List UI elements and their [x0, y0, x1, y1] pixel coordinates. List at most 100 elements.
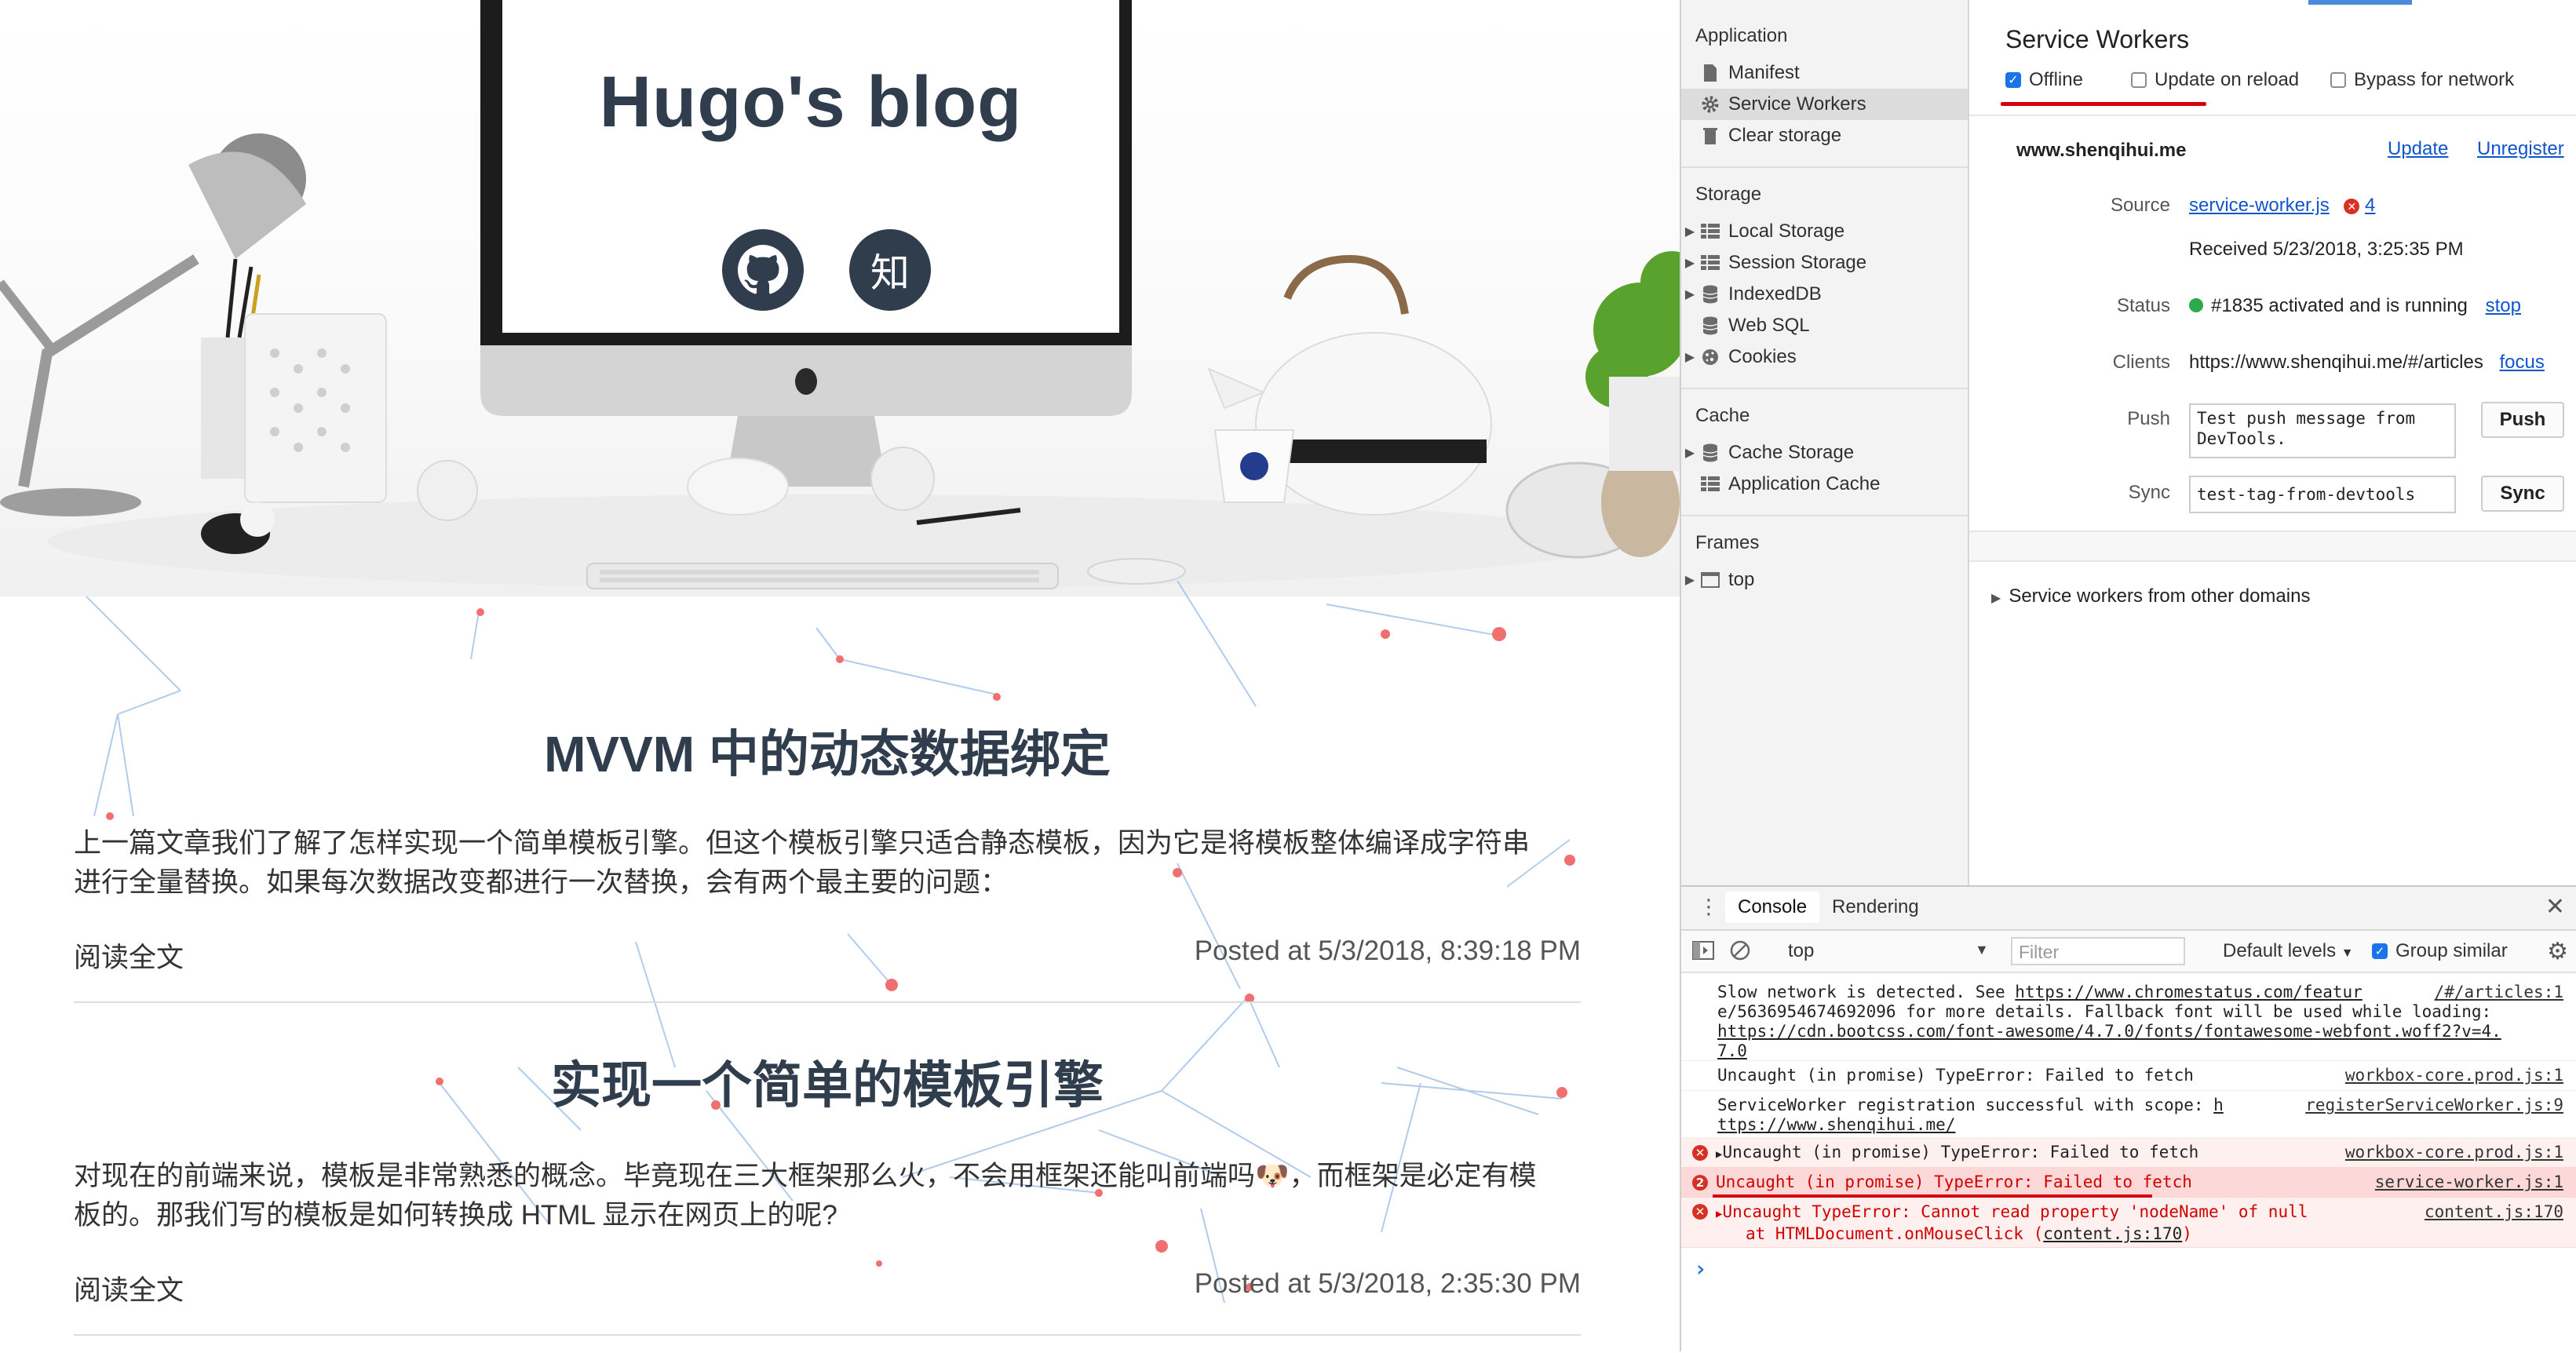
offline-checkbox[interactable]: ✓ Offline: [2005, 69, 2083, 91]
message-source-link[interactable]: service-worker.js:1: [2375, 1172, 2563, 1191]
expand-arrow-icon[interactable]: ▶: [1681, 349, 1698, 365]
posted-date: Posted at 5/3/2018, 8:39:18 PM: [1194, 935, 1581, 966]
expand-arrow-icon[interactable]: ▶: [1681, 224, 1698, 239]
stop-link[interactable]: stop: [2486, 295, 2521, 316]
error-icon: ✕: [1692, 1204, 1708, 1220]
group-similar-checkbox[interactable]: ✓ Group similar: [2372, 940, 2508, 962]
unregister-link[interactable]: Unregister: [2477, 138, 2564, 160]
message-link[interactable]: 7.0: [1717, 1041, 1747, 1060]
tab-rendering[interactable]: Rendering: [1832, 896, 1919, 918]
sync-button[interactable]: Sync: [2481, 476, 2564, 512]
sidebar-item-label: Application Cache: [1728, 473, 1881, 494]
sidebar-item-application-cache[interactable]: Application Cache: [1681, 469, 1968, 500]
gear-icon: [1698, 95, 1722, 114]
source-file-link[interactable]: service-worker.js: [2189, 195, 2330, 216]
grid-icon: [1698, 253, 1722, 272]
section-application: Application: [1695, 25, 1788, 46]
message-link[interactable]: https://www.chromestatus.com/featur: [2015, 983, 2363, 1001]
expand-arrow-icon[interactable]: ▶: [1681, 286, 1698, 302]
divider: [1969, 531, 2576, 562]
database-icon: [1698, 316, 1722, 335]
update-link[interactable]: Update: [2388, 138, 2448, 160]
read-more-link[interactable]: 阅读全文: [74, 935, 184, 976]
article-title[interactable]: MVVM 中的动态数据绑定: [74, 714, 1581, 786]
filter-input[interactable]: Filter: [2011, 937, 2185, 965]
tab-console[interactable]: Console: [1725, 892, 1820, 923]
expand-arrow-icon[interactable]: ▶: [1681, 572, 1698, 588]
chevron-down-icon: ▼: [2341, 946, 2354, 960]
console-message: Slow network is detected. See https://ww…: [1681, 973, 2576, 1061]
bypass-network-checkbox[interactable]: Bypass for network: [2330, 69, 2514, 91]
sidebar-item-web-sql[interactable]: Web SQL: [1681, 310, 1968, 341]
sidebar-item-clear-storage[interactable]: Clear storage: [1681, 120, 1968, 151]
update-on-reload-checkbox[interactable]: Update on reload: [2131, 69, 2299, 91]
sidebar-item-label: Cache Storage: [1728, 442, 1855, 463]
message-source-link[interactable]: registerServiceWorker.js:9: [2305, 1096, 2563, 1114]
console-prompt[interactable]: ›: [1694, 1256, 1707, 1282]
error-count-link[interactable]: 4: [2365, 195, 2375, 216]
message-line: e/5636954674692096 for more details. Fal…: [1717, 1002, 2492, 1021]
zhihu-link[interactable]: 知: [849, 229, 931, 311]
message-text: Uncaught (in promise) TypeError: Failed …: [1716, 1172, 2192, 1191]
message-line: Slow network is detected. See: [1717, 983, 2016, 1001]
console-message: Uncaught (in promise) TypeError: Failed …: [1681, 1061, 2576, 1091]
sidebar-item-label: Web SQL: [1728, 315, 1810, 336]
sidebar-item-cookies[interactable]: ▶ Cookies: [1681, 341, 1968, 373]
sidebar-item-label: Service Workers: [1728, 93, 1866, 115]
clients-label: Clients: [2112, 352, 2170, 373]
message-link[interactable]: https://cdn.bootcss.com/font-awesome/4.7…: [1717, 1022, 2501, 1041]
drawer-menu-icon[interactable]: ⋮: [1698, 895, 1719, 919]
check-icon: ✓: [2005, 72, 2021, 88]
sidebar-item-service-workers[interactable]: Service Workers: [1681, 89, 1968, 120]
article-title[interactable]: 实现一个简单的模板引擎: [74, 1045, 1581, 1118]
checkbox-label: Bypass for network: [2354, 69, 2515, 90]
message-line: Uncaught (in promise) TypeError: Failed …: [1722, 1143, 2199, 1162]
sidebar-item-local-storage[interactable]: ▶ Local Storage: [1681, 216, 1968, 247]
push-text-line: DevTools.: [2197, 429, 2286, 448]
sidebar-divider: [1681, 515, 1968, 516]
cookie-icon: [1698, 348, 1722, 367]
console-message: ServiceWorker registration successful wi…: [1681, 1091, 2576, 1138]
message-source-link[interactable]: workbox-core.prod.js:1: [2345, 1143, 2563, 1162]
focus-link[interactable]: focus: [2500, 352, 2545, 373]
expand-arrow-icon[interactable]: ▶: [1681, 255, 1698, 271]
log-levels-dropdown[interactable]: Default levels ▼: [2223, 940, 2354, 962]
offline-annotation-underline: [2001, 102, 2206, 106]
gear-icon[interactable]: ⚙: [2547, 938, 2568, 965]
message-link[interactable]: ttps://www.shenqihui.me/: [1717, 1115, 1955, 1134]
sidebar-item-cache-storage[interactable]: ▶ Cache Storage: [1681, 437, 1968, 469]
clear-console-icon[interactable]: [1730, 940, 1750, 965]
check-icon: ✓: [2372, 943, 2388, 959]
close-icon[interactable]: ✕: [2545, 893, 2565, 921]
push-button[interactable]: Push: [2481, 402, 2564, 438]
sidebar-item-frame-top[interactable]: ▶ top: [1681, 564, 1968, 596]
error-icon: ✕: [2344, 199, 2360, 214]
application-sidebar: Application Manifest Service Workers Cle…: [1681, 0, 1969, 885]
other-domains-label: Service workers from other domains: [2009, 585, 2311, 607]
message-source-link[interactable]: workbox-core.prod.js:1: [2345, 1066, 2563, 1085]
expand-arrow-icon[interactable]: ▶: [1681, 445, 1698, 461]
console-toolbar: top ▼ Filter Default levels ▼ ✓ Group sim…: [1681, 931, 2576, 973]
sidebar-toggle-icon[interactable]: [1692, 941, 1714, 964]
sync-tag-input[interactable]: test-tag-from-devtools: [2189, 476, 2456, 513]
sidebar-item-indexeddb[interactable]: ▶ IndexedDB: [1681, 279, 1968, 310]
sidebar-item-manifest[interactable]: Manifest: [1681, 57, 1968, 89]
sidebar-item-session-storage[interactable]: ▶ Session Storage: [1681, 247, 1968, 279]
section-frames: Frames: [1695, 532, 1760, 553]
message-link[interactable]: content.js:170: [2043, 1224, 2182, 1243]
sidebar-divider: [1681, 388, 1968, 389]
status-value: #1835 activated and is running stop: [2189, 295, 2521, 317]
excerpt-line: 板的。那我们写的模板是如何转换成 HTML 显示在网页上的呢?: [74, 1200, 837, 1231]
message-link[interactable]: h: [2213, 1096, 2224, 1114]
context-selector[interactable]: top: [1788, 940, 1814, 962]
message-source-link[interactable]: content.js:170: [2425, 1202, 2563, 1221]
hero-banner: Hugo's blog 知: [0, 0, 1680, 596]
push-message-input[interactable]: Test push message from DevTools.: [2189, 403, 2456, 458]
read-more-link[interactable]: 阅读全文: [74, 1268, 184, 1308]
article-divider: [74, 1001, 1581, 1003]
other-domains-toggle[interactable]: ▶ Service workers from other domains: [1991, 585, 2310, 607]
github-link[interactable]: [722, 229, 804, 311]
sidebar-item-label: IndexedDB: [1728, 283, 1822, 305]
message-source-link[interactable]: /#/articles:1: [2435, 983, 2563, 1001]
chevron-down-icon[interactable]: ▼: [1975, 942, 1989, 958]
